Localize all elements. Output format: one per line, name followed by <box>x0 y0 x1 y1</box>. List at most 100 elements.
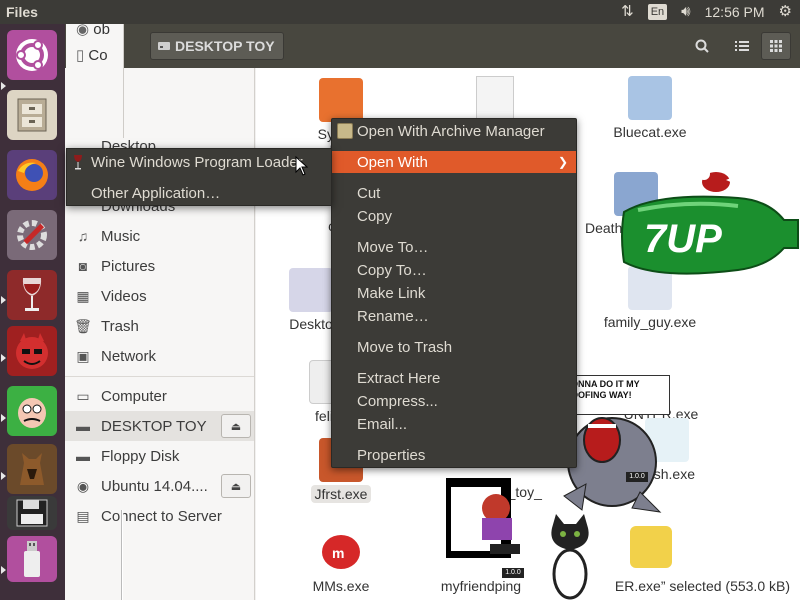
eject-icon: ⏏ <box>230 480 242 493</box>
overlay-window-fragment: ◉ ob ▯ Co <box>66 21 124 138</box>
header-bar: DESKTOP TOY <box>65 24 800 68</box>
drive-icon: ▬ <box>76 418 90 434</box>
menu-item-move-to-trash[interactable]: Move to Trash <box>332 336 576 358</box>
sidebar-item-pictures[interactable]: ◙ Pictures <box>65 251 254 281</box>
menu-item-cut[interactable]: Cut <box>332 182 576 204</box>
menu-item-label: Extract Here <box>357 369 441 387</box>
file-item[interactable]: m MMs.exe <box>286 530 396 594</box>
file-label: MMs.exe <box>312 578 370 594</box>
overlay-item: ◉ ob <box>76 21 110 38</box>
grid-view-button[interactable] <box>761 32 791 60</box>
active-indicator <box>1 82 6 90</box>
family-guy-launcher[interactable] <box>7 386 57 436</box>
menu-item-label: Copy To… <box>357 261 427 279</box>
7up-bottle-toy: 7UP <box>621 195 799 275</box>
floppy-icon: ▬ <box>76 448 90 464</box>
wine-glass-icon <box>74 155 82 170</box>
file-item[interactable]: Bluecat.exe <box>595 76 705 140</box>
network-arrows-icon[interactable]: ⇅ <box>621 0 634 24</box>
disc-icon: ◉ <box>76 477 90 494</box>
settings-launcher[interactable] <box>7 210 57 260</box>
wrench-gear-icon <box>17 220 47 250</box>
menu-item-compress[interactable]: Compress... <box>332 390 576 412</box>
clock[interactable]: 12:56 PM <box>705 4 765 20</box>
search-icon <box>695 39 709 53</box>
submenu-item-other-application[interactable]: Other Application… <box>67 181 331 205</box>
sidebar-item-label: Computer <box>101 387 167 405</box>
eject-icon: ⏏ <box>230 420 242 433</box>
menu-item-extract-here[interactable]: Extract Here <box>332 367 576 389</box>
floppy-launcher[interactable] <box>7 496 57 530</box>
menu-item-rename[interactable]: Rename… <box>332 305 576 327</box>
sidebar-item-trash[interactable]: 🗑︎ Trash <box>65 311 254 341</box>
active-indicator <box>1 566 6 574</box>
sidebar-item-connect-server[interactable]: ▤ Connect to Server <box>65 501 254 531</box>
menu-item-properties[interactable]: Properties <box>332 444 576 466</box>
menu-item-label: Copy <box>357 207 393 225</box>
menu-item-label: Move to Trash <box>357 338 453 356</box>
menu-item-open-with[interactable]: Open With ❯ <box>332 151 576 173</box>
cat-toy-character <box>530 508 608 600</box>
active-indicator <box>1 354 6 362</box>
film-icon: ▦ <box>76 287 90 304</box>
usb-drive-icon <box>24 541 40 577</box>
drive-icon <box>158 42 170 50</box>
computer-icon: ▭ <box>76 387 90 404</box>
version-badge: 1.0.0 <box>502 568 524 578</box>
music-note-icon: ♫ <box>77 228 89 244</box>
sidebar-item-floppy[interactable]: ▬ Floppy Disk <box>65 441 254 471</box>
eject-button[interactable]: ⏏ <box>221 414 251 438</box>
keyboard-language-indicator[interactable]: En <box>647 4 668 20</box>
submenu-item-wine-loader[interactable]: Wine Windows Program Loader <box>67 150 331 174</box>
menu-item-label: Make Link <box>357 284 426 302</box>
document-icon <box>476 76 514 122</box>
path-bar-button[interactable]: DESKTOP TOY <box>150 32 284 60</box>
file-label: Jfrst.exe <box>286 485 396 503</box>
firefox-icon <box>16 159 48 191</box>
menu-item-open-archive-manager[interactable]: Open With Archive Manager <box>332 120 576 142</box>
devil-toy-launcher[interactable] <box>7 326 57 376</box>
active-indicator <box>1 414 6 422</box>
sidebar-item-label: Music <box>101 227 141 245</box>
sidebar-divider <box>65 376 254 377</box>
files-launcher[interactable] <box>7 90 57 140</box>
list-view-button[interactable] <box>727 32 757 60</box>
firefox-launcher[interactable] <box>7 150 57 200</box>
wine-glass-icon <box>22 278 42 311</box>
sidebar-item-desktop-toy[interactable]: ▬ DESKTOP TOY ⏏ <box>65 411 254 441</box>
dog-face-icon <box>630 526 672 568</box>
dash-button[interactable] <box>7 30 57 80</box>
version-badge: 1.0.0 <box>626 472 648 482</box>
floppy-icon <box>16 499 48 527</box>
sidebar-item-music[interactable]: ♫ Music <box>65 221 254 251</box>
network-icon: ▣ <box>76 347 90 364</box>
sidebar-item-label: Trash <box>101 317 139 335</box>
cat-face-icon <box>628 76 672 120</box>
sidebar-item-computer[interactable]: ▭ Computer <box>65 381 254 411</box>
desktop-toy-icon <box>289 268 333 312</box>
top-panel: Files ⇅ En 🔊︎ 12:56 PM ⚙ <box>0 0 800 24</box>
sidebar-item-label: Floppy Disk <box>101 447 180 465</box>
sidebar-item-label: DESKTOP TOY <box>101 417 207 435</box>
usb-launcher[interactable] <box>7 536 57 582</box>
menu-item-label: Open With Archive Manager <box>357 122 545 140</box>
search-button[interactable] <box>687 32 717 60</box>
menu-item-email[interactable]: Email... <box>332 413 576 435</box>
menu-item-copy-to[interactable]: Copy To… <box>332 259 576 281</box>
volume-icon[interactable]: 🔊︎ <box>681 0 690 24</box>
sidebar-item-ubuntu-disc[interactable]: ◉ Ubuntu 14.04.... ⏏ <box>65 471 254 501</box>
red-bird-toy <box>698 168 744 192</box>
gear-icon[interactable]: ⚙ <box>779 0 792 24</box>
bottle-label: 7UP <box>644 217 722 261</box>
sidebar-item-network[interactable]: ▣ Network <box>65 341 254 371</box>
menu-item-copy[interactable]: Copy <box>332 205 576 227</box>
menu-item-make-link[interactable]: Make Link <box>332 282 576 304</box>
menu-item-move-to[interactable]: Move To… <box>332 236 576 258</box>
sidebar-item-label: Pictures <box>101 257 156 275</box>
eject-button[interactable]: ⏏ <box>221 474 251 498</box>
wine-launcher[interactable] <box>7 270 57 320</box>
cartoon-face-icon <box>18 398 46 428</box>
archive-icon <box>337 123 353 139</box>
dog-toy-launcher[interactable] <box>7 444 57 494</box>
sidebar-item-videos[interactable]: ▦ Videos <box>65 281 254 311</box>
